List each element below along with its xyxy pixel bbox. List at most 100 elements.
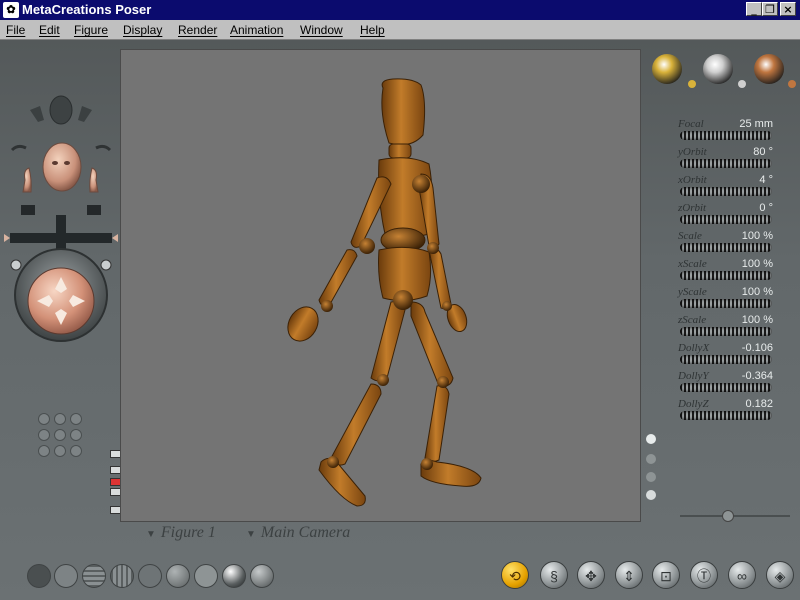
indicator-dot[interactable]	[646, 454, 656, 464]
param-value[interactable]: 25 mm	[739, 118, 773, 130]
display-style-cartoon-icon[interactable]	[222, 564, 246, 588]
param-yorbit[interactable]: yOrbit 80 °	[678, 146, 798, 173]
indicator-dot[interactable]	[646, 472, 656, 482]
memory-dot[interactable]	[54, 445, 66, 457]
display-style-hidden-line-icon[interactable]	[110, 564, 134, 588]
translate-icon[interactable]: ✥	[577, 561, 605, 589]
display-style-smooth-shaded-icon[interactable]	[250, 564, 274, 588]
camera-controls-graphic	[4, 95, 118, 342]
param-dial[interactable]	[680, 187, 772, 196]
display-style-outline-icon[interactable]	[54, 564, 78, 588]
param-dial[interactable]	[680, 243, 772, 252]
minimize-button[interactable]: _	[746, 2, 762, 16]
param-dial[interactable]	[680, 131, 772, 140]
color-icon[interactable]: ◈	[766, 561, 794, 589]
light-3-color-dot[interactable]	[788, 80, 796, 88]
memory-dot[interactable]	[70, 445, 82, 457]
document-window[interactable]	[121, 50, 640, 521]
param-xorbit[interactable]: xOrbit 4 °	[678, 174, 798, 201]
figure-menu[interactable]: ▼ Figure 1	[146, 524, 216, 542]
left-hand-camera-icon[interactable]	[30, 106, 44, 122]
param-value[interactable]: -0.364	[742, 370, 773, 382]
display-style-flat-shaded-icon[interactable]	[166, 564, 190, 588]
param-dollyx[interactable]: DollyX -0.106	[678, 342, 798, 369]
param-dial[interactable]	[680, 159, 772, 168]
param-zorbit[interactable]: zOrbit 0 °	[678, 202, 798, 229]
memory-dot[interactable]	[70, 429, 82, 441]
display-style-lit-wireframe-icon[interactable]	[138, 564, 162, 588]
param-dial[interactable]	[680, 271, 772, 280]
close-button[interactable]: ×	[780, 2, 796, 16]
param-value[interactable]: 100 %	[742, 314, 773, 326]
menu-animation[interactable]: Animation	[230, 20, 283, 40]
scale-icon[interactable]: ⊡	[652, 561, 680, 589]
light-2-sphere[interactable]	[703, 54, 733, 84]
memory-dot[interactable]	[38, 445, 50, 457]
memory-dot[interactable]	[70, 413, 82, 425]
display-style-flat-lined-icon[interactable]	[194, 564, 218, 588]
param-dial[interactable]	[680, 383, 772, 392]
light-3-sphere[interactable]	[754, 54, 784, 84]
param-value[interactable]: 0 °	[759, 202, 773, 214]
param-value[interactable]: 80 °	[753, 146, 773, 158]
param-yscale[interactable]: yScale 100 %	[678, 286, 798, 313]
face-camera-icon[interactable]	[42, 142, 82, 192]
display-style-wireframe-icon[interactable]	[82, 564, 106, 588]
translate-in-out-icon[interactable]: ⇕	[615, 561, 643, 589]
param-dollyz[interactable]: DollyZ 0.182	[678, 398, 798, 425]
wooden-mannequin-figure[interactable]	[121, 50, 640, 521]
param-xscale[interactable]: xScale 100 %	[678, 258, 798, 285]
menu-render[interactable]: Render	[178, 20, 217, 40]
param-zscale[interactable]: zScale 100 %	[678, 314, 798, 341]
rotate-icon[interactable]: ⟲	[501, 561, 529, 589]
indicator-dot[interactable]	[646, 490, 656, 500]
param-dial[interactable]	[680, 299, 772, 308]
menu-window[interactable]: Window	[300, 20, 343, 40]
menu-display[interactable]: Display	[123, 20, 162, 40]
twist-icon[interactable]: §	[540, 561, 568, 589]
memory-dot[interactable]	[38, 429, 50, 441]
memory-dot[interactable]	[38, 413, 50, 425]
param-dial[interactable]	[680, 411, 772, 420]
right-hand-camera-icon[interactable]	[78, 106, 92, 122]
light-2-color-dot[interactable]	[738, 80, 746, 88]
display-style-silhouette-icon[interactable]	[27, 564, 51, 588]
poser-app-icon[interactable]: ✿	[3, 2, 19, 18]
memory-dot[interactable]	[54, 429, 66, 441]
rotate-left-arrow-icon[interactable]	[10, 144, 27, 152]
param-dial[interactable]	[680, 355, 772, 364]
rotate-right-arrow-icon[interactable]	[95, 144, 112, 152]
camera-select-head-top-icon[interactable]	[49, 95, 73, 125]
menu-file[interactable]: File	[6, 20, 25, 40]
menu-figure[interactable]: Figure	[74, 20, 108, 40]
param-dollyy[interactable]: DollyY -0.364	[678, 370, 798, 397]
trackball-right-knob[interactable]	[100, 259, 112, 271]
param-label: yOrbit	[678, 146, 707, 158]
param-value[interactable]: 0.182	[745, 398, 773, 410]
menu-edit[interactable]: Edit	[39, 20, 60, 40]
indicator-dot[interactable]	[646, 434, 656, 444]
restore-button[interactable]: ❐	[762, 2, 778, 16]
parameter-slider-knob[interactable]	[722, 510, 734, 522]
param-scale[interactable]: Scale 100 %	[678, 230, 798, 257]
param-value[interactable]: 100 %	[742, 258, 773, 270]
param-label: xScale	[678, 258, 707, 270]
left-hand-icon[interactable]	[21, 167, 35, 215]
chain-break-icon[interactable]: ∞	[728, 561, 756, 589]
camera-menu[interactable]: ▼ Main Camera	[246, 524, 350, 542]
param-dial[interactable]	[680, 327, 772, 336]
trackball-left-knob[interactable]	[10, 259, 22, 271]
memory-dot[interactable]	[54, 413, 66, 425]
menu-help[interactable]: Help	[360, 20, 385, 40]
param-value[interactable]: 4 °	[759, 174, 773, 186]
param-value[interactable]: 100 %	[742, 230, 773, 242]
light-1-sphere[interactable]	[652, 54, 682, 84]
param-value[interactable]: -0.106	[742, 342, 773, 354]
param-dial[interactable]	[680, 215, 772, 224]
taper-icon[interactable]: Ⓣ	[690, 561, 718, 589]
light-1-color-dot[interactable]	[688, 80, 696, 88]
param-value[interactable]: 100 %	[742, 286, 773, 298]
param-focal[interactable]: Focal 25 mm	[678, 118, 798, 145]
right-hand-icon[interactable]	[87, 167, 101, 215]
param-label: zScale	[678, 314, 707, 326]
